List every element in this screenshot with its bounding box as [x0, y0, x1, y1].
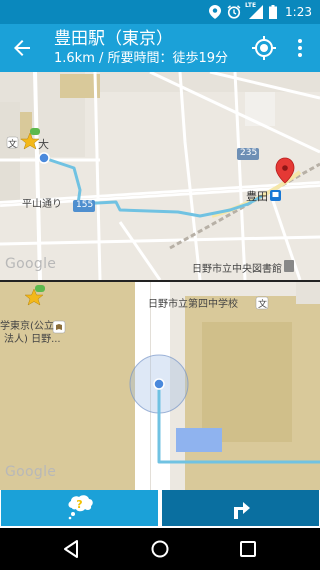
university-label-2: 法人) 日野... — [4, 334, 61, 345]
turn-right-button[interactable] — [162, 490, 319, 526]
road-hirayama-label: 平山通り — [22, 199, 62, 210]
school-icon: 文 — [258, 300, 268, 310]
back-icon[interactable] — [62, 539, 82, 559]
school-label: 日野市立第四中学校 — [148, 299, 238, 310]
system-nav-bar — [0, 528, 320, 570]
status-time: 1:23 — [285, 5, 312, 19]
google-logo: Google — [5, 464, 57, 480]
network-label: LTE — [245, 2, 257, 9]
help-thought-bubble-icon: ? — [67, 495, 93, 520]
back-arrow-icon[interactable] — [10, 36, 34, 60]
help-question-mark: ? — [76, 498, 82, 511]
lte-signal-icon: LTE — [245, 2, 264, 19]
alarm-icon — [227, 5, 241, 19]
turn-right-icon — [233, 502, 250, 519]
detail-map[interactable]: 日野市立第四中学校 文 学東京(公立 法人) 日野... Google — [0, 282, 320, 490]
app-toolbar: 豊田駅（東京） 1.6km / 所要時間：徒歩19分 — [0, 24, 320, 72]
library-label: 日野市立中央図書館 — [192, 264, 282, 275]
station-label: 豊田 — [246, 190, 268, 203]
location-icon — [209, 5, 222, 19]
action-bar: ? — [0, 490, 320, 528]
battery-icon — [269, 5, 278, 19]
university-label: 大 — [38, 138, 49, 151]
status-bar: LTE 1:23 — [0, 0, 320, 24]
home-icon[interactable] — [150, 539, 170, 559]
route-summary: 1.6km / 所要時間：徒歩19分 — [54, 51, 229, 66]
recents-icon[interactable] — [238, 539, 258, 559]
school-icon: 文 — [8, 140, 18, 150]
google-logo: Google — [5, 256, 57, 272]
my-location-icon[interactable] — [251, 35, 277, 61]
overview-map[interactable]: 文 大 平山通り 155 235 豊田 日野市立中央図書館 Google — [0, 72, 320, 280]
route-155-label: 155 — [76, 200, 94, 210]
page-title: 豊田駅（東京） — [54, 29, 173, 49]
more-options-icon[interactable] — [292, 36, 308, 60]
route-235-label: 235 — [240, 148, 258, 158]
help-button[interactable]: ? — [1, 490, 158, 526]
